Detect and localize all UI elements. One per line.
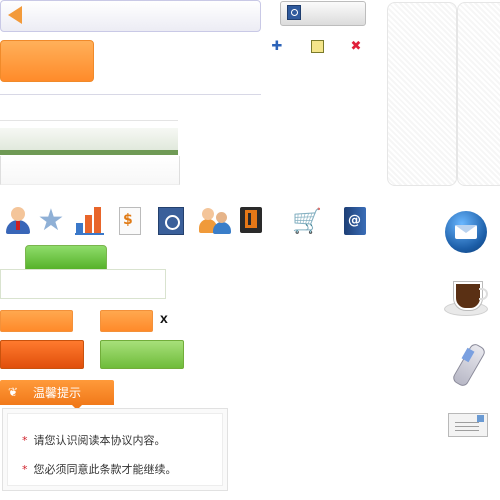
progress-lower-panel <box>0 156 180 185</box>
contacts-icon[interactable]: @ <box>344 207 366 235</box>
notice-line: * 请您认识阅读本协议内容。 <box>22 434 166 447</box>
search-icon <box>287 5 301 20</box>
document-icon[interactable]: $ <box>119 207 141 235</box>
add-icon[interactable]: ✚ <box>270 40 284 54</box>
user-icon[interactable] <box>4 207 32 235</box>
orange-button[interactable] <box>0 40 94 82</box>
users-icon[interactable] <box>199 207 231 235</box>
green-large-button[interactable] <box>100 340 184 369</box>
star-icon[interactable]: ★ <box>37 206 65 236</box>
green-button[interactable] <box>25 245 107 270</box>
notice-content: * 请您认识阅读本协议内容。 * 您必须同意此条款才能继续。 <box>7 413 223 486</box>
edit-icon[interactable] <box>311 40 324 53</box>
red-button[interactable] <box>0 340 84 369</box>
asterisk-icon: * <box>22 463 28 476</box>
bar-chart-icon[interactable] <box>75 207 104 235</box>
delete-icon[interactable]: ✖ <box>349 40 363 54</box>
text-input[interactable] <box>0 269 166 299</box>
letter-icon[interactable] <box>444 409 488 437</box>
notice-title: 温馨提示 <box>33 386 82 400</box>
address-book-icon[interactable] <box>158 207 184 235</box>
notice-line: * 您必须同意此条款才能继续。 <box>22 463 177 476</box>
notice-box: * 请您认识阅读本协议内容。 * 您必须同意此条款才能继续。 <box>2 408 228 491</box>
flash-icon[interactable] <box>240 207 262 233</box>
back-bar[interactable] <box>0 0 261 32</box>
side-panel-left <box>387 2 457 186</box>
orange-small-button-2[interactable] <box>100 310 153 332</box>
notice-header: ❦ 温馨提示 <box>0 380 114 405</box>
coffee-icon[interactable] <box>444 278 488 318</box>
mail-icon[interactable] <box>445 211 487 253</box>
orange-small-button-1[interactable] <box>0 310 73 332</box>
progress-bar <box>0 150 178 155</box>
maple-leaf-icon: ❦ <box>8 385 19 399</box>
back-arrow-icon[interactable] <box>8 6 22 24</box>
progress-track <box>0 128 178 150</box>
close-icon[interactable]: x <box>160 310 168 326</box>
cart-icon[interactable]: 🛒 <box>292 207 322 235</box>
side-panel-right <box>457 2 500 186</box>
mobile-phone-icon[interactable] <box>449 341 487 389</box>
panel-bottom-edge <box>0 90 261 95</box>
search-button[interactable] <box>280 1 366 26</box>
asterisk-icon: * <box>22 434 28 447</box>
